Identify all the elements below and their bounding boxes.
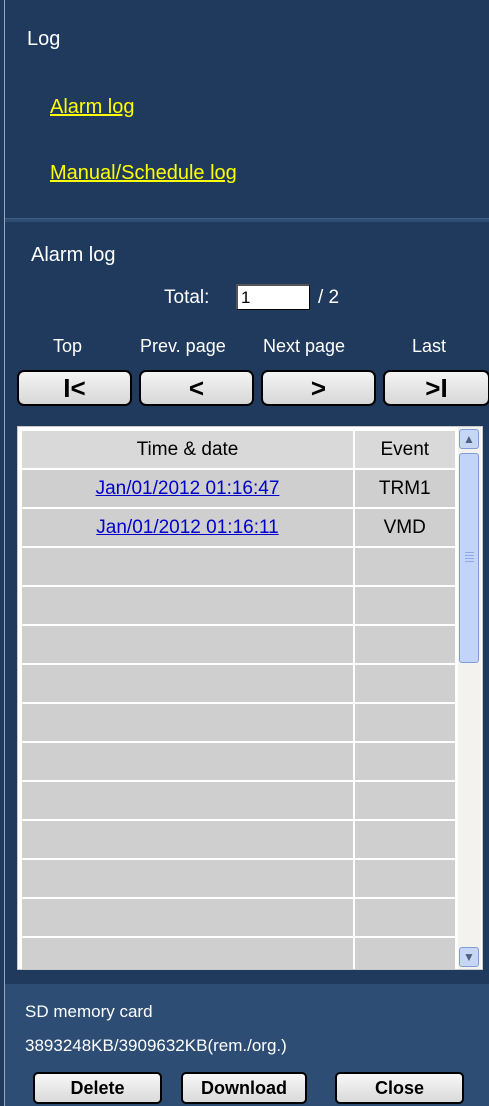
table-row: Jan/01/2012 01:16:11 VMD (20, 507, 456, 548)
grip-line (465, 558, 474, 559)
top-label: Top (53, 336, 83, 356)
last-page-button[interactable]: >I (383, 370, 489, 406)
time-cell (20, 897, 355, 938)
sd-card-capacity: 3893248KB/3909632KB(rem./org.) (25, 1036, 287, 1055)
time-cell (20, 546, 355, 587)
table-row (20, 546, 456, 587)
chevron-left-icon: < (188, 372, 205, 403)
table-row (20, 819, 456, 860)
table-row: Jan/01/2012 01:16:47 TRM1 (20, 468, 456, 509)
prev-page-button[interactable]: < (139, 370, 254, 406)
event-cell (353, 663, 456, 704)
next-page-label: Next page (263, 336, 346, 356)
time-cell (20, 624, 355, 665)
page-total: / 2 (318, 287, 340, 308)
log-window: Log Alarm log Manual/Schedule log Alarm … (4, 0, 489, 1106)
table-row (20, 741, 456, 782)
time-cell (20, 819, 355, 860)
table-row (20, 585, 456, 626)
sd-card-panel: SD memory card 3893248KB/3909632KB(rem./… (5, 984, 489, 1106)
last-page-icon: >I (425, 372, 448, 403)
table-header-row: Time & date Event (20, 429, 456, 470)
event-cell (353, 741, 456, 782)
event-cell (353, 819, 456, 860)
event-cell (353, 858, 456, 899)
delete-button[interactable]: Delete (33, 1072, 162, 1104)
event-cell (353, 585, 456, 626)
table-row (20, 702, 456, 743)
vertical-scrollbar[interactable]: ▲ ▼ (458, 427, 481, 969)
chevron-right-icon: > (310, 372, 327, 403)
section-divider (5, 218, 489, 222)
event-cell: TRM1 (353, 468, 456, 509)
time-cell: Jan/01/2012 01:16:47 (20, 468, 355, 509)
prev-page-label: Prev. page (140, 336, 226, 356)
sd-card-title: SD memory card (25, 1002, 153, 1021)
time-date-header: Time & date (20, 429, 355, 470)
table-row (20, 897, 456, 938)
log-entry-link[interactable]: Jan/01/2012 01:16:11 (96, 517, 278, 538)
alarm-log-table: Time & date Event Jan/01/2012 01:16:47 T… (20, 429, 456, 969)
alarm-log-link[interactable]: Alarm log (50, 96, 134, 119)
event-cell (353, 546, 456, 587)
table-row (20, 858, 456, 899)
alarm-log-title: Alarm log (31, 244, 116, 266)
page-number-input[interactable] (236, 284, 310, 310)
time-cell (20, 780, 355, 821)
close-button[interactable]: Close (335, 1072, 464, 1104)
event-cell (353, 936, 456, 969)
table-row (20, 624, 456, 665)
time-cell (20, 585, 355, 626)
event-header: Event (353, 429, 456, 470)
time-cell: Jan/01/2012 01:16:11 (20, 507, 355, 548)
menu-heading: Log (27, 28, 61, 50)
log-menu: Log Alarm log Manual/Schedule log (5, 0, 489, 218)
manual-schedule-log-link[interactable]: Manual/Schedule log (50, 162, 237, 185)
event-cell (353, 897, 456, 938)
next-page-button[interactable]: > (261, 370, 376, 406)
grip-line (465, 555, 474, 556)
top-page-button[interactable]: I< (17, 370, 132, 406)
time-cell (20, 936, 355, 969)
time-cell (20, 741, 355, 782)
time-cell (20, 663, 355, 704)
table-row (20, 936, 456, 969)
total-label: Total: (164, 287, 210, 308)
alarm-log-table-container: Time & date Event Jan/01/2012 01:16:47 T… (17, 426, 483, 970)
download-button[interactable]: Download (181, 1072, 307, 1104)
last-label: Last (412, 336, 447, 356)
event-cell (353, 624, 456, 665)
event-cell: VMD (353, 507, 456, 548)
time-cell (20, 858, 355, 899)
log-entry-link[interactable]: Jan/01/2012 01:16:47 (96, 478, 280, 499)
time-cell (20, 702, 355, 743)
table-row (20, 780, 456, 821)
event-cell (353, 780, 456, 821)
grip-line (465, 552, 474, 553)
scroll-thumb[interactable] (459, 453, 479, 663)
scroll-up-arrow-icon[interactable]: ▲ (459, 429, 479, 449)
scroll-down-arrow-icon[interactable]: ▼ (459, 947, 479, 967)
first-page-icon: I< (63, 372, 86, 403)
event-cell (353, 702, 456, 743)
table-row (20, 663, 456, 704)
grip-line (465, 561, 474, 562)
